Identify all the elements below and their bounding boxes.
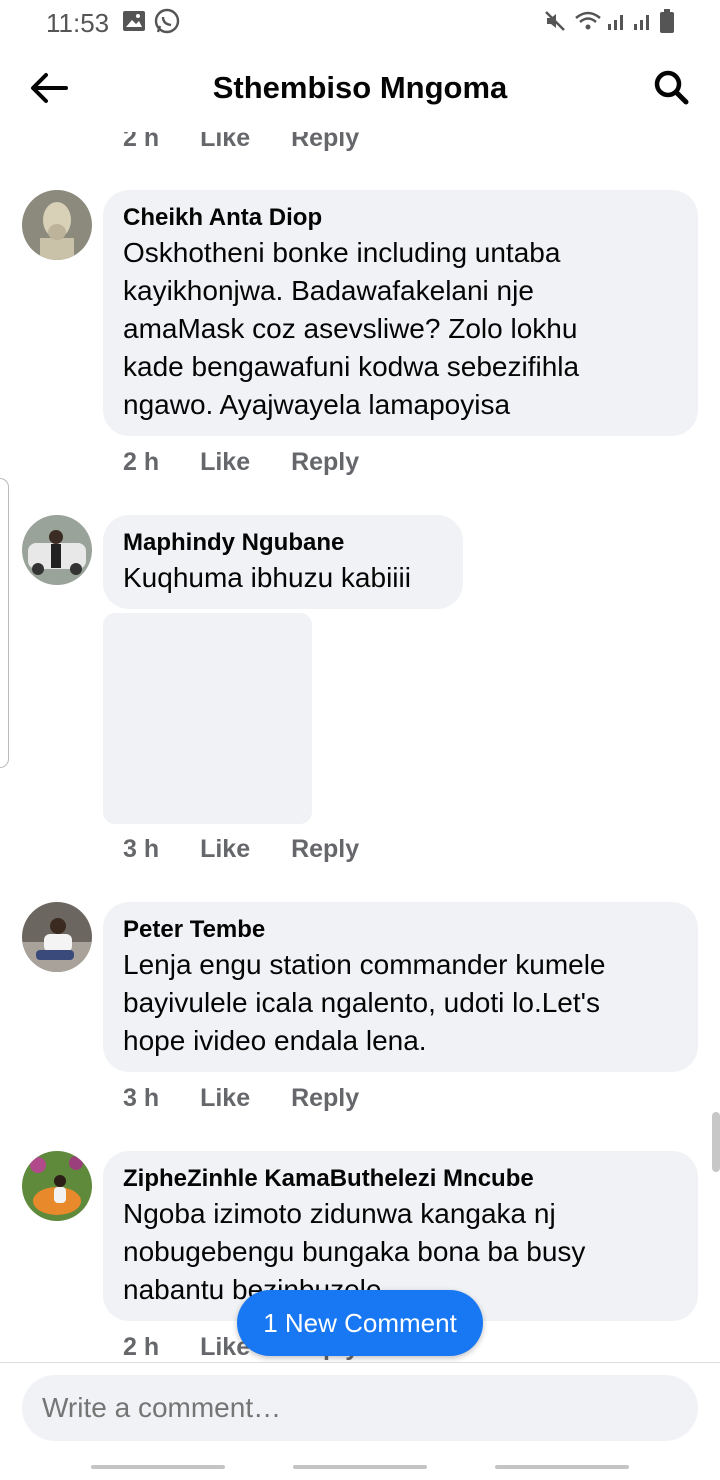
battery-icon: [660, 8, 674, 34]
edge-panel-handle[interactable]: [0, 478, 9, 768]
like-button[interactable]: Like: [200, 448, 250, 476]
attached-media-placeholder[interactable]: [103, 613, 312, 824]
comment-time: 2 h: [123, 1333, 160, 1361]
like-button[interactable]: Like: [200, 132, 250, 152]
status-bar: 11:53: [0, 0, 720, 44]
reply-button[interactable]: Reply: [291, 1084, 359, 1112]
comment-actions: 3 h Like Reply: [123, 1084, 393, 1113]
status-time: 11:53: [46, 8, 110, 38]
comment-time: 3 h: [123, 835, 160, 863]
reply-button[interactable]: Reply: [291, 835, 359, 863]
reply-button[interactable]: Reply: [291, 448, 359, 476]
comment-text-line: ngawo. Ayajwayela lamapoyisa: [123, 389, 511, 420]
comment-time: 2 h: [123, 124, 160, 152]
comment-text-line: hope ivideo endala lena.: [123, 1025, 427, 1056]
comment-author[interactable]: Maphindy Ngubane: [123, 527, 443, 559]
gallery-icon: [122, 8, 146, 34]
signal-icon-1: [606, 8, 628, 34]
comment-actions: 2 h Like Reply: [123, 124, 393, 153]
comments-feed[interactable]: 2 h Like Reply Cheikh Anta Diop Oskhothe…: [0, 110, 720, 1362]
comment-text-line: bayivulele icala ngalento, udoti lo.Let'…: [123, 987, 600, 1018]
comment-time: 2 h: [123, 448, 160, 476]
comment-text-line: Lenja engu station commander kumele: [123, 949, 606, 980]
nav-back-indicator[interactable]: [495, 1465, 629, 1469]
comment-bubble: Cheikh Anta Diop Oskhotheni bonke includ…: [103, 190, 698, 436]
comment-author[interactable]: ZipheZinhle KamaButhelezi Mncube: [123, 1163, 678, 1195]
comment-actions: 2 h Like Reply: [123, 448, 393, 477]
search-icon[interactable]: [652, 68, 690, 106]
new-comment-button[interactable]: 1 New Comment: [237, 1290, 483, 1356]
comment-text-line: nobugebengu bungaka bona ba busy: [123, 1236, 586, 1267]
comment-bubble: Maphindy Ngubane Kuqhuma ibhuzu kabiiii: [103, 515, 463, 609]
avatar[interactable]: [22, 190, 92, 260]
comment-text-line: kayikhonjwa. Badawafakelani nje: [123, 275, 534, 306]
comment-author[interactable]: Peter Tembe: [123, 914, 678, 946]
comment-author[interactable]: Cheikh Anta Diop: [123, 202, 678, 234]
nav-recents-indicator[interactable]: [91, 1465, 225, 1469]
comment-time: 3 h: [123, 1084, 160, 1112]
like-button[interactable]: Like: [200, 1084, 250, 1112]
avatar[interactable]: [22, 902, 92, 972]
comment-text-line: Ngoba izimoto zidunwa kangaka nj: [123, 1198, 556, 1229]
signal-icon-2: [632, 8, 654, 34]
like-button[interactable]: Like: [200, 835, 250, 863]
whatsapp-icon: [154, 8, 180, 34]
page-title: Sthembiso Mngoma: [212, 70, 508, 105]
comment-bubble: Peter Tembe Lenja engu station commander…: [103, 902, 698, 1072]
system-nav-bar: [0, 1453, 720, 1480]
scrollbar-thumb[interactable]: [712, 1112, 720, 1172]
wifi-icon: [574, 8, 602, 34]
reply-button[interactable]: Reply: [291, 132, 359, 152]
comment-composer: [0, 1363, 720, 1453]
comment-text-line: kade bengawafuni kodwa sebezifihla: [123, 351, 580, 382]
comment-text-line: amaMask coz asevsliwe? Zolo lokhu: [123, 313, 578, 344]
comment-text-line: Oskhotheni bonke including untaba: [123, 237, 561, 268]
comment-text-line: Kuqhuma ibhuzu kabiiii: [123, 562, 411, 593]
nav-home-indicator[interactable]: [293, 1465, 427, 1469]
comment-input[interactable]: [22, 1375, 698, 1441]
avatar[interactable]: [22, 515, 92, 585]
mute-icon: [544, 8, 566, 34]
comment-actions: 3 h Like Reply: [123, 835, 393, 864]
avatar[interactable]: [22, 1151, 92, 1221]
